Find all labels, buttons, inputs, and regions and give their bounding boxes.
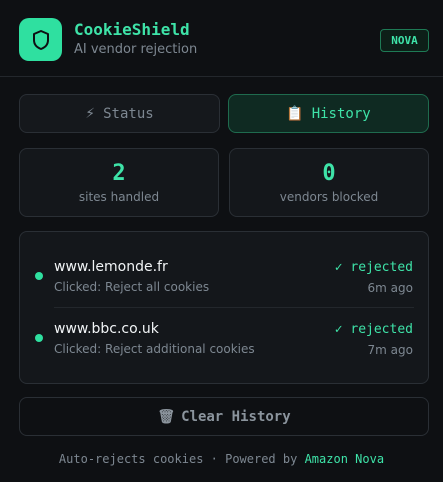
app-subtitle: AI vendor rejection <box>74 42 198 57</box>
footer: Auto-rejects cookies · Powered by Amazon… <box>0 452 443 466</box>
stat-label: vendors blocked <box>279 190 379 204</box>
clipboard-icon: 📋 <box>286 105 304 122</box>
history-item: www.lemonde.fr Clicked: Reject all cooki… <box>20 249 428 309</box>
nova-badge: NOVA <box>380 29 429 52</box>
stat-sites-handled: 2 sites handled <box>19 148 219 217</box>
history-status: ✓ rejected <box>334 322 413 337</box>
tab-history[interactable]: 📋 History <box>228 94 429 133</box>
history-action: Clicked: Reject all cookies <box>54 280 210 294</box>
history-time: 7m ago <box>367 343 413 357</box>
clear-history-label: Clear History <box>181 408 291 425</box>
divider <box>54 307 414 308</box>
history-action: Clicked: Reject additional cookies <box>54 342 255 356</box>
stat-vendors-blocked: 0 vendors blocked <box>229 148 429 217</box>
tab-status-label: Status <box>103 105 154 122</box>
app-title: CookieShield <box>74 20 190 39</box>
stat-label: sites handled <box>78 190 160 204</box>
lightning-icon: ⚡ <box>85 105 96 122</box>
tab-history-label: History <box>311 105 371 122</box>
footer-text: Auto-rejects cookies · Powered by <box>58 452 298 466</box>
history-item: www.bbc.co.uk Clicked: Reject additional… <box>20 311 428 371</box>
history-time: 6m ago <box>367 281 413 295</box>
status-dot <box>35 272 43 280</box>
footer-brand: Amazon Nova <box>304 452 385 466</box>
stat-value: 0 <box>322 161 336 186</box>
clear-history-button[interactable]: 🗑 Clear History <box>19 397 429 436</box>
history-status: ✓ rejected <box>334 260 413 275</box>
header: CookieShield AI vendor rejection NOVA <box>0 0 443 77</box>
status-dot <box>35 334 43 342</box>
history-site: www.bbc.co.uk <box>54 321 159 337</box>
trash-icon: 🗑 <box>157 408 176 425</box>
stat-value: 2 <box>112 161 126 186</box>
shield-icon <box>32 29 49 50</box>
app-logo <box>19 18 62 61</box>
tab-status[interactable]: ⚡ Status <box>19 94 220 133</box>
history-site: www.lemonde.fr <box>54 259 168 275</box>
history-list: www.lemonde.fr Clicked: Reject all cooki… <box>19 231 429 384</box>
